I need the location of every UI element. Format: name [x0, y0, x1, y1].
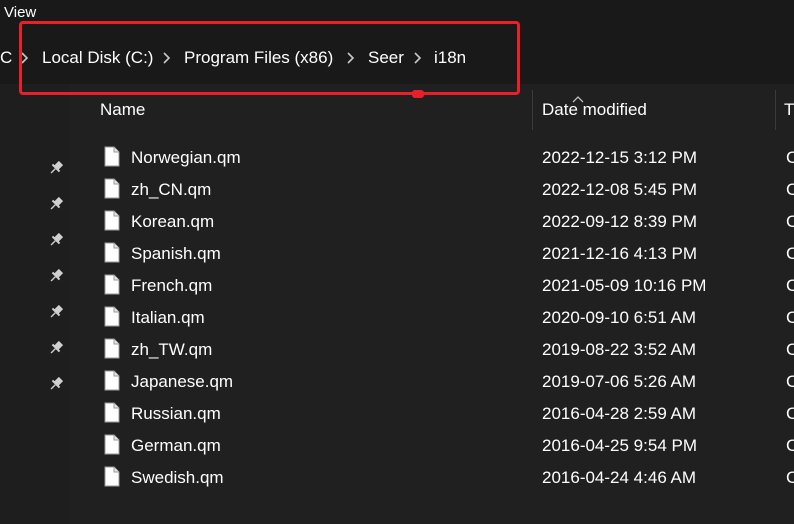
file-type: C: [786, 148, 794, 167]
file-name: zh_CN.qm: [131, 180, 212, 199]
menu-view[interactable]: View: [4, 4, 36, 21]
file-name: Japanese.qm: [131, 372, 234, 391]
pin-icon[interactable]: [47, 303, 65, 321]
file-date-modified: 2019-07-06 5:26 AM: [542, 372, 697, 391]
file-row[interactable]: Italian.qm 2020-09-10 6:51 AM C: [70, 301, 794, 333]
pin-icon[interactable]: [47, 375, 65, 393]
file-row[interactable]: Spanish.qm 2021-12-16 4:13 PM C: [70, 237, 794, 269]
file-row[interactable]: zh_TW.qm 2019-08-22 3:52 AM C: [70, 333, 794, 365]
file-row[interactable]: Japanese.qm 2019-07-06 5:26 AM C: [70, 365, 794, 397]
file-icon: [104, 210, 120, 231]
column-header-date-modified[interactable]: Date modified: [542, 100, 647, 120]
column-divider[interactable]: [532, 90, 533, 130]
file-date-modified: 2021-12-16 4:13 PM: [542, 244, 697, 263]
file-icon: [104, 402, 120, 423]
column-header-type[interactable]: T: [784, 100, 794, 120]
navigation-pane: [0, 84, 70, 524]
file-row[interactable]: Norwegian.qm 2022-12-15 3:12 PM C: [70, 141, 794, 173]
file-date-modified: 2022-12-08 5:45 PM: [542, 180, 697, 199]
file-icon: [104, 370, 120, 391]
file-icon: [104, 274, 120, 295]
file-icon: [104, 338, 120, 359]
column-header-name[interactable]: Name: [100, 100, 145, 120]
file-icon: [104, 466, 120, 487]
file-name: Swedish.qm: [131, 468, 224, 487]
file-date-modified: 2016-04-28 2:59 AM: [542, 404, 697, 423]
file-date-modified: 2021-05-09 10:16 PM: [542, 276, 707, 295]
breadcrumb-item-this-pc[interactable]: C: [0, 48, 12, 68]
annotation-highlight-tail: [412, 90, 424, 98]
file-icon: [104, 146, 120, 167]
file-row[interactable]: German.qm 2016-04-25 9:54 PM C: [70, 429, 794, 461]
file-date-modified: 2016-04-24 4:46 AM: [542, 468, 697, 487]
file-type: C: [786, 308, 794, 327]
file-row[interactable]: Russian.qm 2016-04-28 2:59 AM C: [70, 397, 794, 429]
file-name: Italian.qm: [131, 308, 205, 327]
file-date-modified: 2022-12-15 3:12 PM: [542, 148, 697, 167]
file-type: C: [786, 212, 794, 231]
file-type: C: [786, 372, 794, 391]
file-row[interactable]: French.qm 2021-05-09 10:16 PM C: [70, 269, 794, 301]
file-icon: [104, 306, 120, 327]
file-type: C: [786, 340, 794, 359]
file-date-modified: 2019-08-22 3:52 AM: [542, 340, 697, 359]
file-date-modified: 2020-09-10 6:51 AM: [542, 308, 697, 327]
pin-icon[interactable]: [47, 159, 65, 177]
file-list: Name Date modified T Norwegian.qm 2022-1…: [70, 84, 794, 524]
file-type: C: [786, 436, 794, 455]
annotation-highlight-box: [19, 21, 520, 95]
pin-icon[interactable]: [47, 195, 65, 213]
sort-caret-icon: [572, 90, 584, 108]
file-date-modified: 2016-04-25 9:54 PM: [542, 436, 697, 455]
file-name: German.qm: [131, 436, 221, 455]
file-row[interactable]: Korean.qm 2022-09-12 8:39 PM C: [70, 205, 794, 237]
file-name: Spanish.qm: [131, 244, 221, 263]
file-type: C: [786, 180, 794, 199]
file-row[interactable]: zh_CN.qm 2022-12-08 5:45 PM C: [70, 173, 794, 205]
file-name: zh_TW.qm: [131, 340, 213, 359]
pin-icon[interactable]: [47, 231, 65, 249]
column-divider[interactable]: [775, 90, 776, 130]
file-name: Korean.qm: [131, 212, 215, 231]
file-icon: [104, 434, 120, 455]
file-row[interactable]: Swedish.qm 2016-04-24 4:46 AM C: [70, 461, 794, 493]
file-type: C: [786, 276, 794, 295]
file-name: Norwegian.qm: [131, 148, 241, 167]
file-icon: [104, 178, 120, 199]
file-date-modified: 2022-09-12 8:39 PM: [542, 212, 697, 231]
file-type: C: [786, 468, 794, 487]
file-icon: [104, 242, 120, 263]
pin-icon[interactable]: [47, 267, 65, 285]
file-name: French.qm: [131, 276, 213, 295]
pin-icon[interactable]: [47, 339, 65, 357]
file-type: C: [786, 244, 794, 263]
file-type: C: [786, 404, 794, 423]
file-name: Russian.qm: [131, 404, 221, 423]
